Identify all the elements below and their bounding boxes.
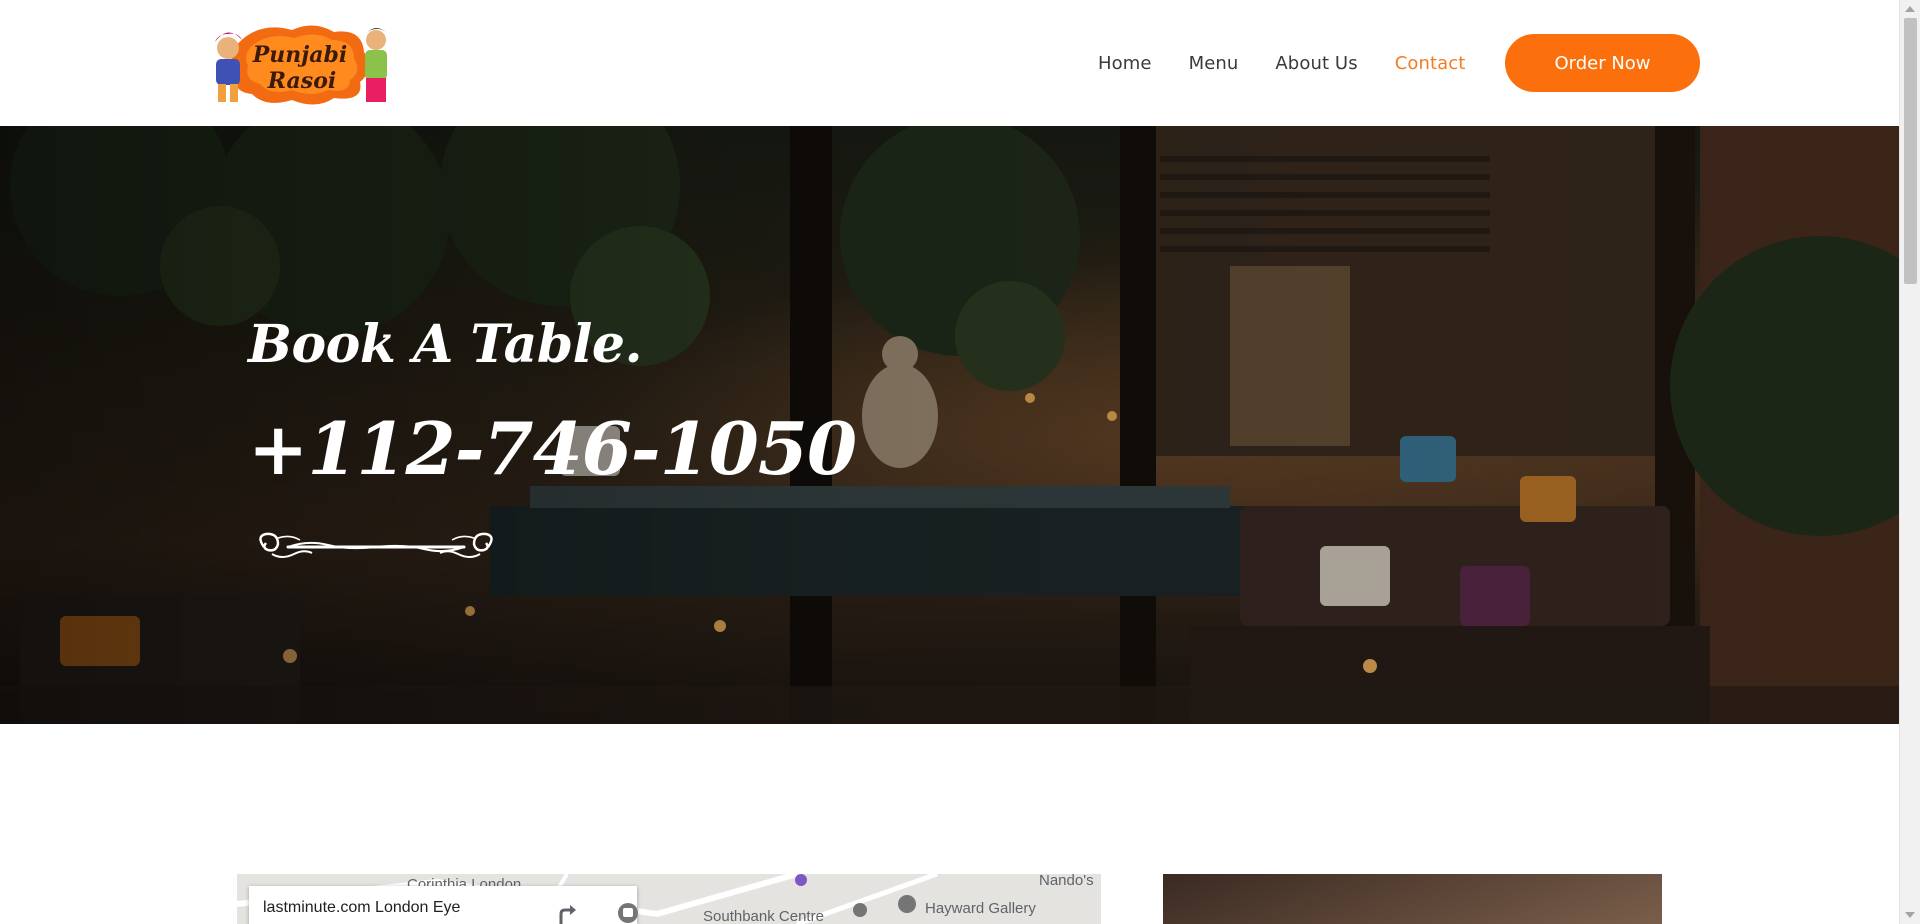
transit-icon	[618, 903, 638, 923]
map-label-hayward: Hayward Gallery	[925, 900, 1036, 917]
nav-home-link[interactable]: Home	[1098, 53, 1152, 74]
map-label-nandos: Nando's	[1039, 874, 1094, 889]
map-label-southbank: Southbank Centre	[703, 908, 824, 924]
hero-banner: Book A Table. +112-746-1050	[0, 126, 1899, 724]
map-place-card[interactable]: lastminute.com London Eye	[249, 886, 638, 924]
scroll-up-icon[interactable]	[1905, 6, 1915, 12]
map-place-title: lastminute.com London Eye	[263, 899, 461, 916]
svg-text:Punjabi: Punjabi	[252, 42, 348, 68]
page-scrollbar[interactable]	[1899, 0, 1920, 924]
svg-text:Rasoi: Rasoi	[267, 68, 336, 94]
ornamental-divider-icon	[259, 532, 493, 558]
directions-icon[interactable]	[555, 900, 581, 924]
location-map[interactable]: Corinthia London Southbank Centre Haywar…	[237, 874, 1101, 924]
main-nav: Home Menu About Us Contact	[1098, 51, 1502, 75]
nav-contact-link[interactable]: Contact	[1395, 53, 1466, 74]
scroll-down-icon[interactable]	[1905, 912, 1915, 918]
reservation-phone-number[interactable]: +112-746-1050	[248, 406, 857, 491]
nav-about-link[interactable]: About Us	[1275, 53, 1357, 74]
scroll-thumb[interactable]	[1904, 18, 1917, 284]
punjabi-rasoi-logo[interactable]: Punjabi Rasoi	[204, 18, 400, 108]
restaurant-photo	[1163, 874, 1662, 924]
order-now-button[interactable]: Order Now	[1505, 34, 1700, 92]
hero-title: Book A Table.	[248, 314, 643, 375]
nav-menu-link[interactable]: Menu	[1189, 53, 1239, 74]
site-header: Punjabi Rasoi Home Menu About Us Contact…	[0, 0, 1899, 126]
